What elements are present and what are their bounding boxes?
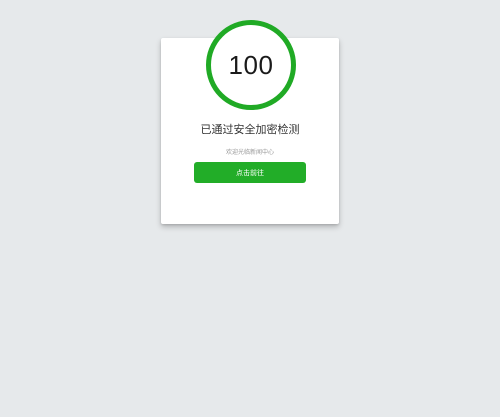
score-value: 100 <box>228 49 274 80</box>
welcome-subtitle: 欢迎光临新闻中心 <box>225 149 274 156</box>
score-ring: 100 <box>206 20 296 110</box>
visit-button[interactable]: 点击前往 <box>194 162 306 183</box>
check-title: 已通过安全加密检测 <box>200 123 300 136</box>
